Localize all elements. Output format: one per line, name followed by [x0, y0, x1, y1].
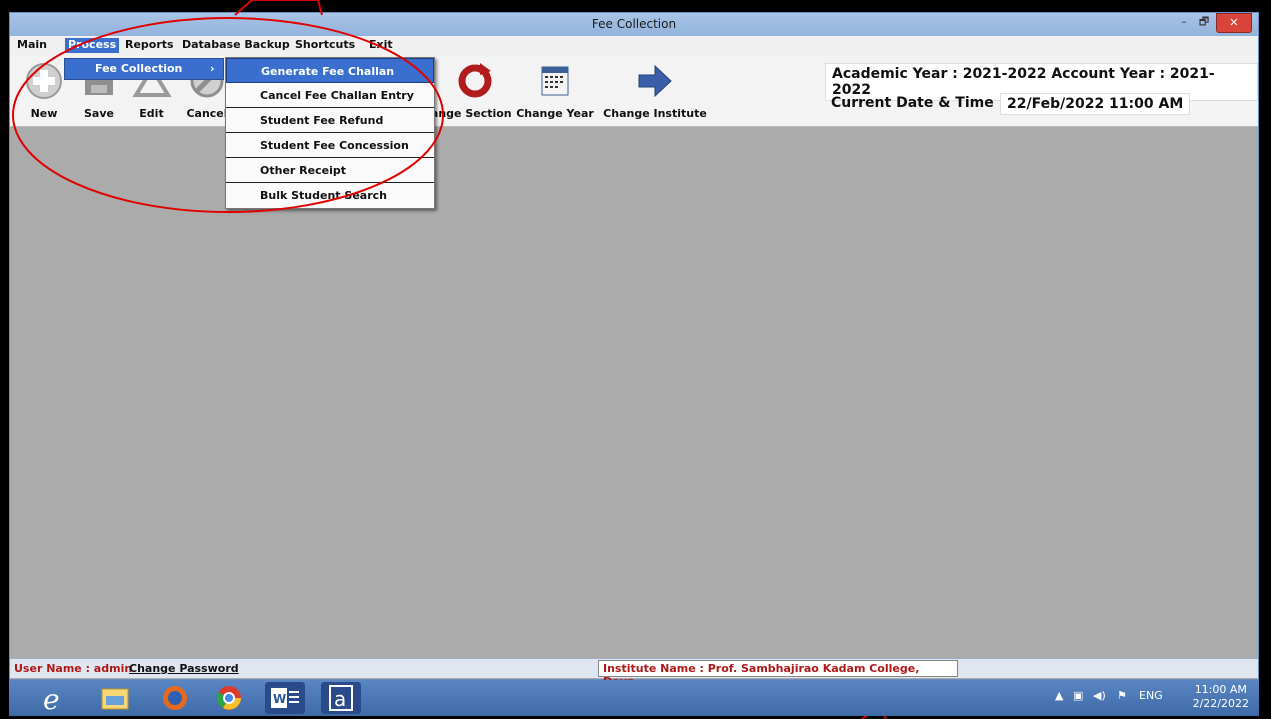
flag-icon[interactable]: ⚑ — [1117, 689, 1127, 702]
svg-text:a: a — [334, 687, 346, 711]
app-a-icon[interactable]: a — [321, 682, 361, 714]
taskbar: e W a ▲ ▣ ◀) ⚑ ENG 11:00 AM 2/22/2022 — [9, 680, 1259, 716]
annotation-circle — [12, 17, 444, 213]
show-hidden-icons-icon[interactable]: ▲ — [1055, 689, 1063, 702]
screen: Fee Collection – 🗗 ✕ Main Process Report… — [0, 0, 1271, 719]
file-explorer-icon[interactable] — [95, 682, 135, 714]
annotation-overlay — [12, 0, 887, 719]
clock-date: 2/22/2022 — [1192, 697, 1249, 710]
chrome-icon[interactable] — [209, 682, 249, 714]
svg-text:W: W — [273, 692, 286, 706]
annotation-stroke-top — [234, 0, 323, 16]
word-icon[interactable]: W — [265, 682, 305, 714]
clock-time: 11:00 AM — [1194, 683, 1247, 696]
internet-explorer-icon[interactable]: e — [35, 682, 75, 716]
network-icon[interactable]: ▣ — [1073, 689, 1083, 702]
system-clock[interactable]: 11:00 AM 2/22/2022 — [1193, 683, 1249, 711]
svg-text:e: e — [43, 683, 60, 714]
firefox-icon[interactable] — [155, 682, 195, 714]
language-indicator[interactable]: ENG — [1139, 689, 1163, 702]
volume-icon[interactable]: ◀) — [1093, 689, 1106, 702]
